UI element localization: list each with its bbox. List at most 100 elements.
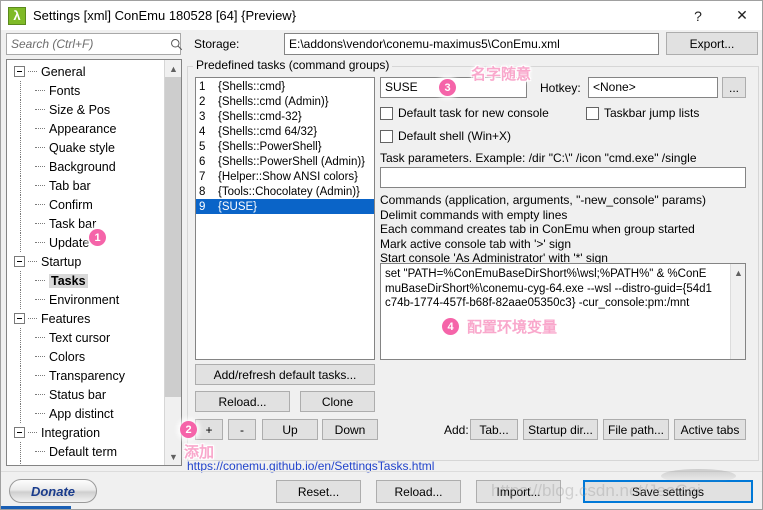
add-refresh-default-tasks-button[interactable]: Add/refresh default tasks... [195,364,375,385]
sidebar-item-size-pos[interactable]: Size & Pos [7,100,165,119]
tree-node-features[interactable]: Features [7,309,165,328]
chevron-up-icon[interactable]: ▲ [165,60,181,77]
move-task-up-button[interactable]: Up [262,419,318,440]
list-item[interactable]: 2 {Shells::cmd (Admin)} [196,94,374,109]
add-startup-dir-button[interactable]: Startup dir... [523,419,598,440]
chevron-down-icon[interactable]: ▼ [165,448,181,465]
sidebar-item-background[interactable]: Background [7,157,165,176]
sidebar-item-transparency[interactable]: Transparency [7,366,165,385]
sidebar-item-quake-style[interactable]: Quake style [7,138,165,157]
predefined-tasks-list[interactable]: 1 {Shells::cmd} 2 {Shells::cmd (Admin)} 3{… [195,77,375,360]
remove-task-button[interactable]: - [228,419,256,440]
annotation-text-3: 名字随意 [471,66,532,83]
hotkey-input[interactable]: <None> [588,77,718,98]
storage-label: Storage: [194,37,240,51]
default-task-checkbox-row[interactable]: Default task for new console [380,106,549,120]
collapse-icon[interactable] [14,256,25,267]
sidebar-item-environment[interactable]: Environment [7,290,165,309]
list-item[interactable]: 8 {Tools::Chocolatey (Admin)} [196,184,374,199]
sidebar-item-update[interactable]: Update [7,233,165,252]
donate-button[interactable]: Donate [9,479,97,503]
sidebar-item-tab-bar[interactable]: Tab bar [7,176,165,195]
add-active-tabs-button[interactable]: Active tabs [674,419,746,440]
sidebar-item-task-bar[interactable]: Task bar [7,214,165,233]
sidebar-item-comspec[interactable]: ComSpec [7,461,165,465]
taskbar-strip-accent [1,506,71,509]
search-input[interactable] [7,36,170,52]
storage-path-input[interactable]: E:\addons\vendor\conemu-maximus5\ConEmu.… [284,33,659,55]
sidebar-item-appearance[interactable]: Appearance [7,119,165,138]
window-controls: ? ✕ [676,1,762,30]
add-tab-button[interactable]: Tab... [470,419,518,440]
sidebar-item-default-term[interactable]: Default term [7,442,165,461]
tree-item-label: App distinct [49,406,114,421]
list-item[interactable]: 6 {Shells::PowerShell (Admin)} [196,154,374,169]
sidebar-item-app-distinct[interactable]: App distinct [7,404,165,423]
hotkey-more-button[interactable]: ... [722,77,746,98]
list-item[interactable]: 4 {Shells::cmd 64/32} [196,124,374,139]
collapse-icon[interactable] [14,313,25,324]
checkbox-icon[interactable] [380,106,393,120]
export-button[interactable]: Export... [666,32,758,55]
task-parameters-input[interactable] [380,167,746,188]
bottom-separator [1,471,762,472]
sidebar-item-text-cursor[interactable]: Text cursor [7,328,165,347]
reset-button[interactable]: Reset... [276,480,361,503]
tree-item-label: Colors [49,349,86,364]
task-number: 5 [199,140,206,153]
tree-node-startup[interactable]: Startup [7,252,165,271]
collapse-icon[interactable] [14,66,25,77]
sidebar-item-confirm[interactable]: Confirm [7,195,165,214]
move-task-down-button[interactable]: Down [322,419,378,440]
task-number: 9 [199,200,206,213]
clone-task-button[interactable]: Clone [300,391,375,412]
tree-item-label: Quake style [49,140,116,155]
list-item[interactable]: 7 {Helper::Show ANSI colors} [196,169,374,184]
task-name: {Tools::Chocolatey (Admin)} [218,185,360,198]
tree-scrollbar[interactable]: ▲ ▼ [164,60,181,465]
annotation-badge-3: 3 [439,79,456,96]
reload-settings-button[interactable]: Reload... [376,480,461,503]
settings-tree[interactable]: General Fonts Size & Pos Appearance Quak… [6,59,182,466]
help-line: Commands (application, arguments, "-new_… [380,193,706,207]
chevron-up-icon[interactable]: ▲ [731,264,745,281]
reload-tasks-button[interactable]: Reload... [195,391,290,412]
collapse-icon[interactable] [14,427,25,438]
task-name: {Shells::cmd 64/32} [218,125,318,138]
list-item[interactable]: 5 {Shells::PowerShell} [196,139,374,154]
lambda-icon: λ [8,6,26,25]
taskbar-strip [1,506,762,509]
list-item[interactable]: 3 {Shells::cmd-32} [196,109,374,124]
commands-scrollbar[interactable]: ▲ [730,264,745,359]
list-item-selected[interactable]: 9 {SUSE} [196,199,374,214]
task-number: 4 [199,125,206,138]
task-number: 7 [199,170,206,183]
checkbox-icon[interactable] [380,129,393,143]
sidebar-item-colors[interactable]: Colors [7,347,165,366]
commands-textarea[interactable]: set "PATH=%ConEmuBaseDirShort%\wsl;%PATH… [380,263,746,360]
watermark-text: https://blog.csdn.net/JeeCai [491,481,701,500]
taskbar-jump-lists-checkbox-row[interactable]: Taskbar jump lists [586,106,699,120]
add-label: Add: [444,423,469,437]
help-button[interactable]: ? [676,1,720,30]
tree-item-label: Fonts [49,83,81,98]
search-box[interactable] [6,33,183,55]
tree-node-integration[interactable]: Integration [7,423,165,442]
add-file-path-button[interactable]: File path... [603,419,669,440]
close-button[interactable]: ✕ [720,1,762,30]
scrollbar-thumb[interactable] [165,77,181,397]
task-parameters-label: Task parameters. Example: /dir "C:\" /ic… [380,151,697,165]
sidebar-item-fonts[interactable]: Fonts [7,81,165,100]
task-number: 2 [199,95,206,108]
default-shell-checkbox-row[interactable]: Default shell (Win+X) [380,129,511,143]
add-task-button[interactable]: + [195,419,223,440]
sidebar-item-status-bar[interactable]: Status bar [7,385,165,404]
task-name: {Shells::PowerShell} [218,140,322,153]
checkbox-icon[interactable] [586,106,599,120]
tree-node-label: Integration [41,425,101,440]
tree-item-label: Text cursor [49,330,111,345]
tree-node-general[interactable]: General [7,62,165,81]
sidebar-item-tasks[interactable]: Tasks [7,271,165,290]
list-item[interactable]: 1 {Shells::cmd} [196,79,374,94]
tree-node-label: Startup [41,254,82,269]
